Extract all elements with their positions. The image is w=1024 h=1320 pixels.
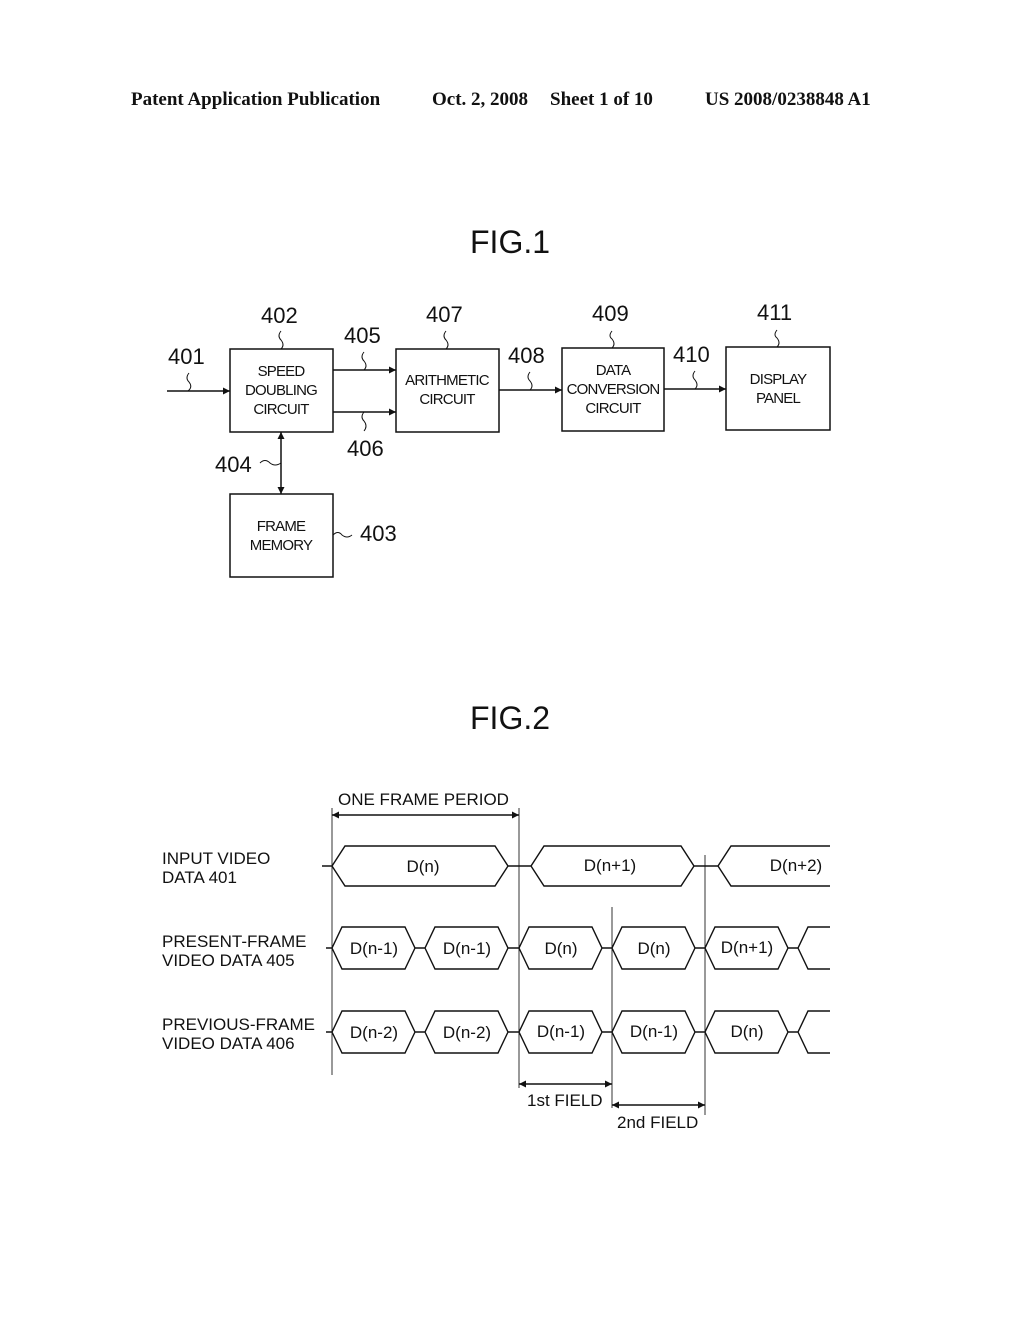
previous-cell-1: D(n-2) [443, 1023, 491, 1042]
leader-409 [609, 330, 615, 349]
speed-doubling-label-2: DOUBLING [245, 382, 317, 399]
second-field-label: 2nd FIELD [617, 1113, 698, 1132]
leader-404 [259, 460, 282, 466]
present-cell-2: D(n) [544, 939, 577, 958]
input-cell-0: D(n) [406, 857, 439, 876]
input-waveform [322, 845, 830, 887]
fig2-diagram: ONE FRAME PERIOD 1st FIELD 2nd FIELD INP… [162, 790, 830, 1132]
data-conversion-label-1: DATA [596, 362, 631, 379]
row-label-present-1: PRESENT-FRAME [162, 932, 307, 951]
leader-402 [278, 330, 284, 350]
arithmetic-label-1: ARITHMETIC [405, 372, 490, 389]
ref-409: 409 [592, 301, 629, 326]
ref-405: 405 [344, 323, 381, 348]
leader-403 [332, 532, 353, 538]
speed-doubling-label-3: CIRCUIT [253, 401, 309, 418]
ref-404: 404 [215, 452, 252, 477]
present-cell-1: D(n-1) [443, 939, 491, 958]
display-panel-block [725, 346, 831, 431]
input-cell-2: D(n+2) [770, 856, 822, 875]
frame-memory-label-1: FRAME [257, 518, 306, 535]
leader-411 [774, 329, 780, 348]
leader-405 [361, 351, 367, 371]
present-cell-4: D(n+1) [721, 938, 773, 957]
frame-memory-label-2: MEMORY [250, 537, 313, 554]
data-conversion-label-3: CIRCUIT [585, 400, 641, 417]
previous-cell-3: D(n-1) [630, 1022, 678, 1041]
one-frame-period-label: ONE FRAME PERIOD [338, 790, 509, 809]
present-cell-0: D(n-1) [350, 939, 398, 958]
data-conversion-label-2: CONVERSION [567, 381, 660, 398]
row-label-input-1: INPUT VIDEO [162, 849, 270, 868]
row-label-previous-2: VIDEO DATA 406 [162, 1034, 295, 1053]
frame-memory-block [229, 493, 334, 578]
speed-doubling-label-1: SPEED [258, 363, 306, 380]
ref-402: 402 [261, 303, 298, 328]
previous-cell-0: D(n-2) [350, 1023, 398, 1042]
arithmetic-label-2: CIRCUIT [419, 391, 475, 408]
leader-410 [692, 370, 698, 390]
ref-406: 406 [347, 436, 384, 461]
leader-408 [527, 371, 533, 391]
leader-406 [361, 411, 367, 432]
ref-410: 410 [673, 342, 710, 367]
present-cell-3: D(n) [637, 939, 670, 958]
fig1-block-labels: SPEED DOUBLING CIRCUIT ARITHMETIC CIRCUI… [245, 362, 808, 554]
figure-canvas: 401 402 405 406 407 408 409 410 411 404 … [162, 300, 831, 1132]
fig1-reference-numerals: 401 402 405 406 407 408 409 410 411 404 … [168, 300, 792, 546]
first-field-label: 1st FIELD [527, 1091, 603, 1110]
timing-row-input: D(n) D(n+1) D(n+2) [322, 845, 830, 887]
ref-401: 401 [168, 344, 205, 369]
leader-401 [186, 372, 192, 392]
ref-411: 411 [757, 300, 792, 325]
timing-row-present: D(n-1) D(n-1) D(n) D(n) D(n+1) [326, 926, 830, 970]
display-panel-label-2: PANEL [756, 390, 801, 407]
input-cell-1: D(n+1) [584, 856, 636, 875]
row-label-previous-1: PREVIOUS-FRAME [162, 1015, 315, 1034]
ref-408: 408 [508, 343, 545, 368]
previous-cell-4: D(n) [730, 1022, 763, 1041]
ref-403: 403 [360, 521, 397, 546]
display-panel-label-1: DISPLAY [750, 371, 807, 388]
row-label-present-2: VIDEO DATA 405 [162, 951, 295, 970]
previous-cell-2: D(n-1) [537, 1022, 585, 1041]
row-label-input-2: DATA 401 [162, 868, 237, 887]
ref-407: 407 [426, 302, 463, 327]
timing-row-previous: D(n-2) D(n-2) D(n-1) D(n-1) D(n) [326, 1010, 830, 1054]
leader-407 [443, 330, 449, 350]
